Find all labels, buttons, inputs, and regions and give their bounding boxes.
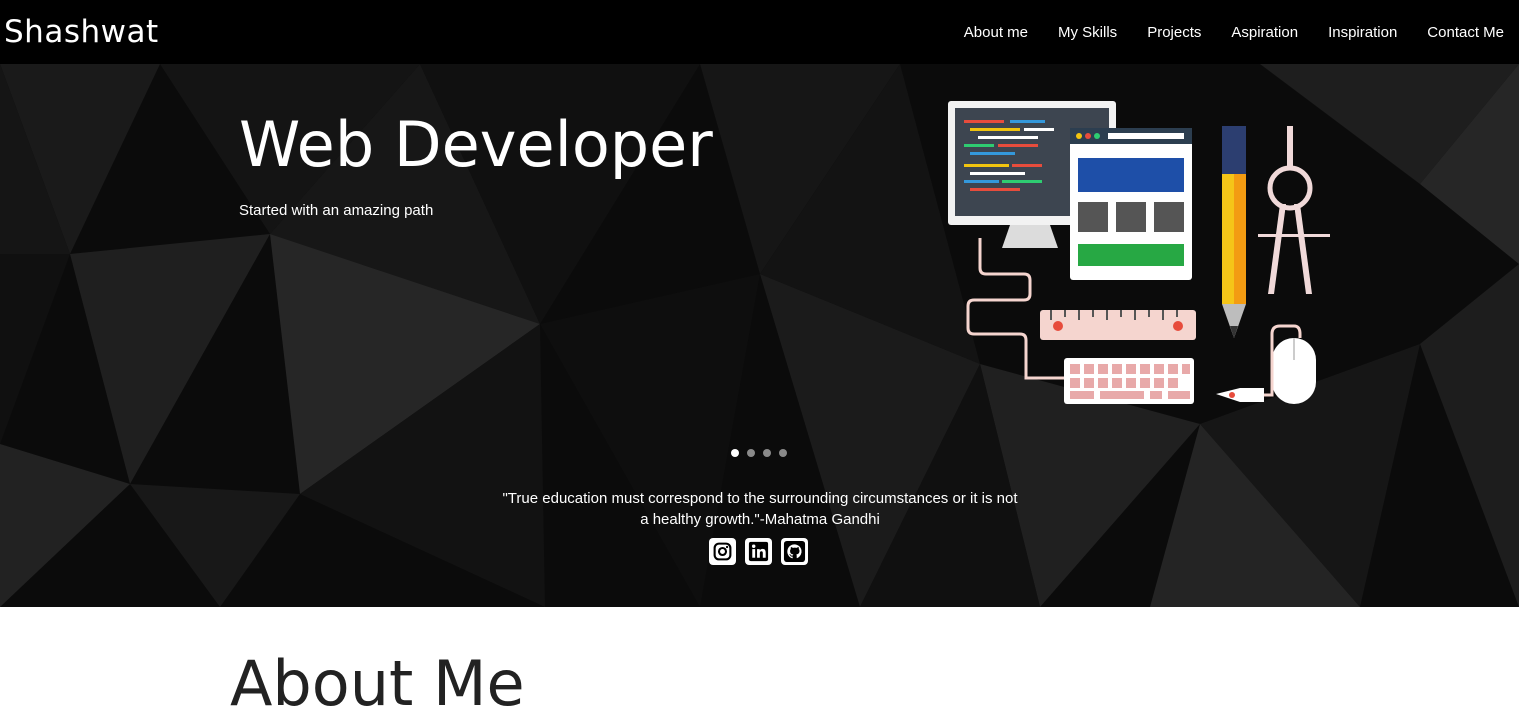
carousel-indicator-4[interactable] (779, 449, 787, 457)
carousel-indicators (731, 449, 787, 457)
github-icon[interactable] (781, 538, 808, 565)
nav-link-inspiration[interactable]: Inspiration (1328, 24, 1397, 41)
brand-logo[interactable]: Shashwat (4, 14, 159, 50)
nav-link-aspiration[interactable]: Aspiration (1231, 24, 1298, 41)
nav-link-my-skills[interactable]: My Skills (1058, 24, 1117, 41)
hero-carousel: Web Developer Started with an amazing pa… (0, 64, 1519, 607)
nav-link-contact-me[interactable]: Contact Me (1427, 24, 1504, 41)
nav-link-about-me[interactable]: About me (964, 24, 1028, 41)
nav-links: About me My Skills Projects Aspiration I… (934, 24, 1504, 41)
navbar: Shashwat About me My Skills Projects Asp… (0, 0, 1519, 64)
instagram-icon[interactable] (709, 538, 736, 565)
nav-link-projects[interactable]: Projects (1147, 24, 1201, 41)
social-links (709, 538, 808, 565)
hero-subtitle: Started with an amazing path (239, 202, 434, 219)
web-development-tools-icon (948, 101, 1330, 404)
carousel-indicator-2[interactable] (747, 449, 755, 457)
linkedin-icon[interactable] (745, 538, 772, 565)
about-me-heading: About Me (230, 647, 525, 720)
carousel-indicator-1[interactable] (731, 449, 739, 457)
carousel-indicator-3[interactable] (763, 449, 771, 457)
hero-title: Web Developer (239, 108, 713, 181)
inspirational-quote: "True education must correspond to the s… (502, 490, 1018, 528)
